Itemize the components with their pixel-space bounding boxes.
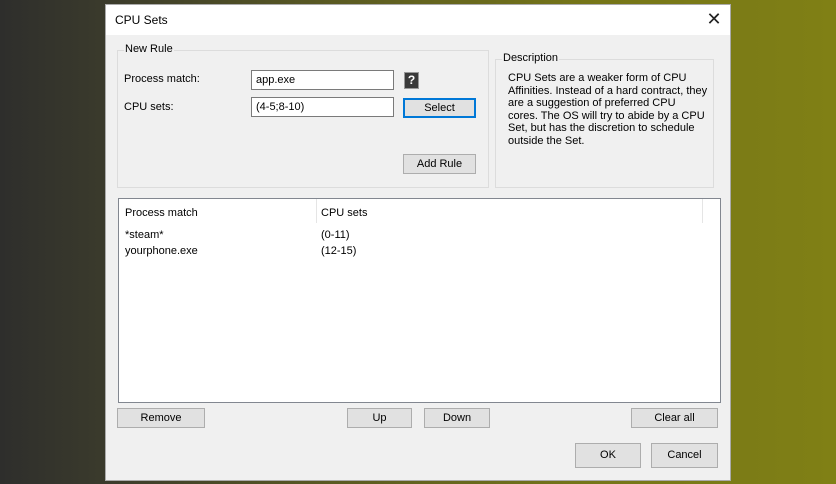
process-match-label: Process match: <box>124 73 200 85</box>
rules-list[interactable]: Process match CPU sets *steam* (0-11) yo… <box>118 198 721 403</box>
cancel-button[interactable]: Cancel <box>651 443 718 468</box>
down-button[interactable]: Down <box>424 408 490 428</box>
column-header-cpu-sets[interactable]: CPU sets <box>321 207 367 219</box>
row-cpu-sets: (12-15) <box>321 245 357 257</box>
description-label: Description <box>502 52 560 64</box>
select-button[interactable]: Select <box>403 98 476 118</box>
ok-button[interactable]: OK <box>575 443 641 468</box>
description-text: CPU Sets are a weaker form of CPU Affini… <box>508 72 708 147</box>
remove-button[interactable]: Remove <box>117 408 205 428</box>
column-header-process-match[interactable]: Process match <box>125 207 198 219</box>
help-icon[interactable]: ? <box>404 72 419 89</box>
cpu-sets-dialog: CPU Sets ✕ New Rule Process match: app.e… <box>105 4 731 481</box>
up-button[interactable]: Up <box>347 408 412 428</box>
description-group: Description CPU Sets are a weaker form o… <box>495 52 714 188</box>
row-cpu-sets: (0-11) <box>321 229 350 241</box>
cpu-sets-input[interactable]: (4-5;8-10) <box>251 97 394 117</box>
row-process: yourphone.exe <box>125 245 198 257</box>
dialog-title: CPU Sets <box>115 13 168 27</box>
new-rule-label: New Rule <box>124 43 174 55</box>
process-match-input[interactable]: app.exe <box>251 70 394 90</box>
cpu-sets-label: CPU sets: <box>124 101 174 113</box>
title-bar: CPU Sets ✕ <box>106 5 730 35</box>
row-process: *steam* <box>125 229 164 241</box>
add-rule-button[interactable]: Add Rule <box>403 154 476 174</box>
clear-all-button[interactable]: Clear all <box>631 408 718 428</box>
column-separator[interactable] <box>316 199 317 223</box>
column-separator[interactable] <box>702 199 703 223</box>
close-icon[interactable]: ✕ <box>704 8 724 30</box>
